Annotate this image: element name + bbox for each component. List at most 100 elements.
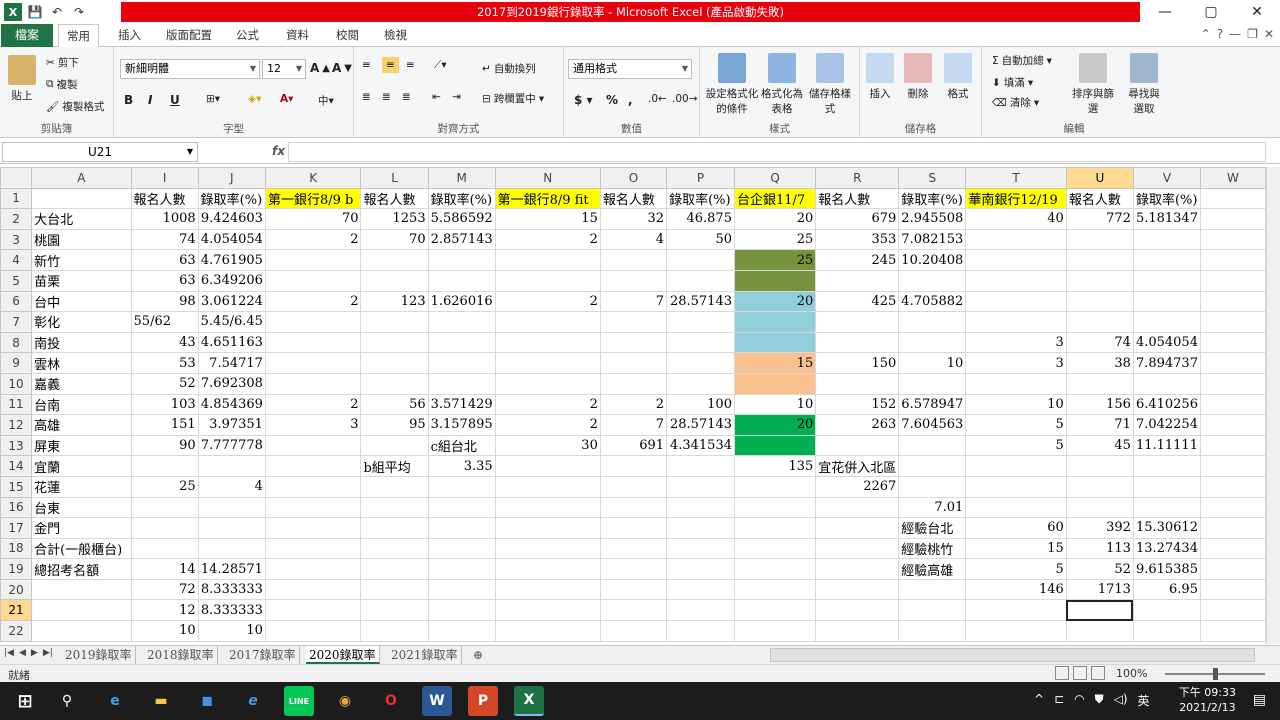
cell-l19[interactable] [360,558,429,580]
cell-k22[interactable] [264,620,362,642]
cell-r2[interactable]: 679 [815,208,900,230]
excel-taskbar-icon[interactable]: X [514,686,544,716]
cell-p5[interactable] [666,269,735,292]
zoom-level[interactable]: 100% [1116,667,1147,680]
cell-n13[interactable]: 30 [494,434,601,457]
borders-icon[interactable]: ⊞▾ [206,93,220,105]
cell-i19[interactable]: 14 [130,558,199,580]
cell-a18[interactable]: 合計(一般櫃台) [31,537,132,560]
cell-k1[interactable]: 第一銀行8/9 b [264,187,362,210]
cell-t17[interactable]: 60 [965,517,1067,539]
row-header-22[interactable]: 22 [0,620,33,642]
comma-icon[interactable]: , [628,93,633,107]
cell-j2[interactable]: 9.424603 [197,208,266,230]
cell-o3[interactable]: 4 [599,228,668,251]
cut-button[interactable]: ✂ 剪下 [46,55,79,70]
cell-t14[interactable] [965,455,1067,477]
cell-m22[interactable] [427,620,496,642]
prev-sheet-icon[interactable]: ◀ [19,648,26,658]
format-painter-button[interactable]: 🖌 複製格式 [46,99,104,114]
cell-t5[interactable] [965,269,1067,292]
cell-s12[interactable]: 7.604563 [898,414,967,436]
cell-j20[interactable]: 8.333333 [197,578,266,601]
ie-icon[interactable]: e [238,686,268,716]
row-header-19[interactable]: 19 [0,558,33,580]
cell-v9[interactable]: 7.894737 [1132,352,1201,374]
cell-p15[interactable] [666,475,735,498]
cell-t8[interactable]: 3 [965,331,1067,354]
volume-icon[interactable]: ◁) [1114,692,1128,709]
cell-l1[interactable]: 報名人數 [360,187,429,210]
network-icon[interactable]: ⊏ [1054,692,1064,709]
cell-u11[interactable]: 156 [1065,393,1134,416]
cell-p19[interactable] [666,558,735,580]
cell-l13[interactable] [360,434,429,457]
column-header-i[interactable]: I [130,167,199,189]
row-header-13[interactable]: 13 [0,434,33,457]
cell-s16[interactable]: 7.01 [898,496,967,519]
cell-n15[interactable] [494,475,601,498]
cell-u5[interactable] [1065,269,1134,292]
cell-n12[interactable]: 2 [494,414,601,436]
cell-p10[interactable] [666,372,735,395]
cell-p22[interactable] [666,620,735,642]
clock[interactable]: 下午 09:33 2021/2/13 [1179,685,1236,715]
cell-i17[interactable] [130,517,199,539]
cell-o11[interactable]: 2 [599,393,668,416]
cell-q9[interactable]: 15 [733,352,817,374]
cell-m3[interactable]: 2.857143 [427,228,496,251]
cell-p4[interactable] [666,249,735,271]
cell-i21[interactable]: 12 [130,599,199,622]
cell-l20[interactable] [360,578,429,601]
cell-l18[interactable] [360,537,429,560]
cell-k7[interactable] [264,311,362,333]
cell-p21[interactable] [666,599,735,622]
cell-q7[interactable] [733,311,817,333]
ime-indicator[interactable]: 英 [1138,692,1150,709]
cell-a5[interactable]: 苗栗 [31,269,132,292]
cell-a9[interactable]: 雲林 [31,352,132,374]
min-doc-icon[interactable]: — [1229,27,1241,41]
cell-r11[interactable]: 152 [815,393,900,416]
cell-n16[interactable] [494,496,601,519]
cell-s20[interactable] [898,578,967,601]
fill-color-icon[interactable]: ◈▾ [248,93,261,105]
cell-u20[interactable]: 1713 [1065,578,1134,601]
cell-u8[interactable]: 74 [1065,331,1134,354]
fill-button[interactable]: ⬇ 填滿 ▾ [992,75,1033,90]
cell-n21[interactable] [494,599,601,622]
cell-t12[interactable]: 5 [965,414,1067,436]
cell-k15[interactable] [264,475,362,498]
windows-start-icon[interactable]: ⊞ [10,686,40,716]
cell-q17[interactable] [733,517,817,539]
bold-button[interactable]: B [124,93,133,107]
cell-w1[interactable] [1199,187,1266,210]
cell-w20[interactable] [1199,578,1266,601]
cell-t22[interactable] [965,620,1067,642]
cell-q22[interactable] [733,620,817,642]
cell-p1[interactable]: 錄取率(%) [666,187,735,210]
cell-l2[interactable]: 1253 [360,208,429,230]
cell-l7[interactable] [360,311,429,333]
cell-w14[interactable] [1199,455,1266,477]
cell-a12[interactable]: 高雄 [31,414,132,436]
cell-w5[interactable] [1199,269,1266,292]
copy-button[interactable]: ⧉ 複製 [46,77,78,92]
cell-r17[interactable] [815,517,900,539]
store-icon[interactable]: ◼ [192,686,222,716]
cell-a6[interactable]: 台中 [31,290,132,313]
row-header-15[interactable]: 15 [0,475,33,498]
page-layout-view-icon[interactable] [1073,666,1087,680]
cell-m19[interactable] [427,558,496,580]
cell-m21[interactable] [427,599,496,622]
cell-p18[interactable] [666,537,735,560]
cell-o12[interactable]: 7 [599,414,668,436]
cell-i11[interactable]: 103 [130,393,199,416]
cell-l16[interactable] [360,496,429,519]
cell-j10[interactable]: 7.692308 [197,372,266,395]
search-icon[interactable]: ⚲ [52,686,82,716]
cell-l21[interactable] [360,599,429,622]
cell-p17[interactable] [666,517,735,539]
cell-m18[interactable] [427,537,496,560]
cell-m15[interactable] [427,475,496,498]
